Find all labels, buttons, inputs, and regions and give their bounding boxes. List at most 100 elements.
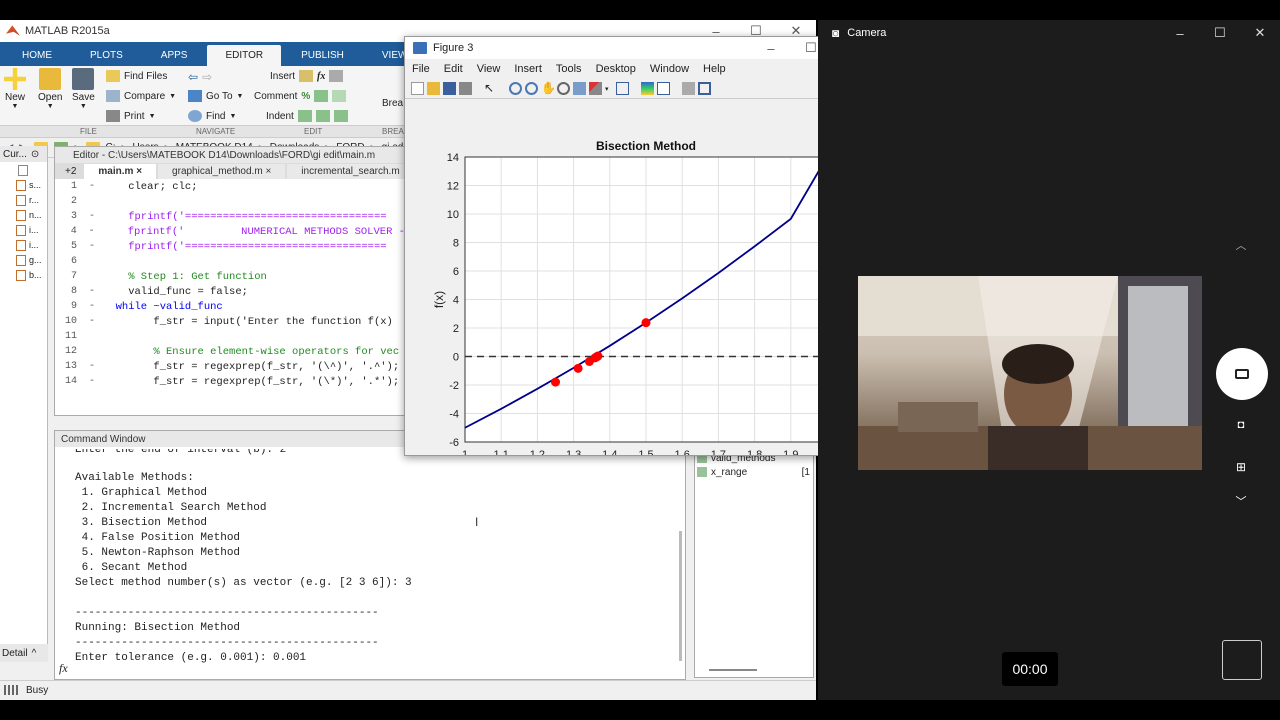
menu-window[interactable]: Window — [643, 63, 696, 75]
y-tick-label: 8 — [453, 238, 459, 250]
video-camera-icon — [1235, 369, 1249, 379]
file-item[interactable]: n... — [0, 208, 47, 222]
m-file-icon — [16, 179, 26, 191]
insert-section-icon — [329, 70, 344, 82]
pan-hand-icon[interactable]: ✋ — [541, 82, 556, 95]
brush-icon[interactable] — [589, 82, 602, 95]
workspace-item[interactable]: x_range [1 — [695, 465, 813, 479]
x-tick-label: 1.3 — [566, 449, 581, 455]
data-cursor-icon[interactable] — [573, 82, 586, 95]
x-tick-label: 1 — [462, 449, 468, 455]
find-files-button[interactable]: Find Files — [106, 70, 167, 82]
chevron-up-icon[interactable]: ︿ — [1230, 234, 1252, 256]
bisection-plot[interactable]: 11.11.21.31.41.51.61.71.81.92-6-4-202468… — [405, 99, 871, 455]
figure-window: Figure 3 – ☐ ✕ File Edit View Insert Too… — [404, 36, 872, 456]
menu-view[interactable]: View — [470, 63, 508, 75]
insert-legend-icon[interactable] — [657, 82, 670, 95]
save-button[interactable]: Save ▼ — [72, 68, 95, 110]
bisection-point-marker — [641, 318, 651, 328]
file-item[interactable]: g... — [0, 253, 47, 267]
details-toggle[interactable]: Detail ^ — [0, 644, 48, 662]
tab-plots[interactable]: PLOTS — [72, 45, 141, 66]
link-plot-icon[interactable] — [616, 82, 629, 95]
menu-file[interactable]: File — [405, 63, 437, 75]
y-tick-label: 6 — [453, 266, 459, 278]
y-tick-label: -6 — [449, 437, 459, 449]
file-item[interactable]: r... — [0, 193, 47, 207]
camera-title-bar: ◙ Camera – ☐ ✕ — [818, 20, 1280, 46]
code-line: 13- f_str = regexprep(f_str, '(\^)', '.^… — [64, 360, 400, 373]
menu-desktop[interactable]: Desktop — [589, 63, 643, 75]
open-file-icon[interactable] — [427, 82, 440, 95]
open-button[interactable]: Open ▼ — [38, 68, 62, 110]
editor-header: Editor - C:\Users\MATEBOOK D14\Downloads… — [55, 147, 405, 163]
print-button[interactable]: Print ▼ — [106, 110, 156, 122]
qr-code-icon[interactable]: ⊞ — [1230, 456, 1252, 478]
tab-incremental-search[interactable]: incremental_search.m — [287, 164, 414, 179]
menu-help[interactable]: Help — [696, 63, 733, 75]
file-item[interactable]: s... — [0, 178, 47, 192]
go-to-button[interactable]: Go To ▼ — [188, 90, 243, 102]
m-file-icon — [16, 194, 26, 206]
tab-overflow-count[interactable]: +2 — [65, 164, 84, 179]
m-file-icon — [16, 209, 26, 221]
file-item[interactable]: i... — [0, 223, 47, 237]
horizontal-scrollbar[interactable] — [709, 669, 757, 671]
compare-button[interactable]: Compare ▼ — [106, 90, 176, 102]
code-area[interactable]: 1- clear; clc; 2 3- fprintf('===========… — [55, 179, 405, 391]
text-cursor-icon: I — [475, 515, 479, 529]
y-tick-label: 14 — [447, 152, 459, 164]
zoom-in-icon[interactable] — [509, 82, 522, 95]
blank-file-icon — [18, 164, 28, 176]
zoom-out-icon[interactable] — [525, 82, 538, 95]
edit-plot-arrow-icon[interactable]: ↖ — [484, 82, 497, 95]
file-item[interactable]: b... — [0, 268, 47, 282]
forward-arrow-icon[interactable]: ⇨ — [202, 70, 212, 84]
menu-tools[interactable]: Tools — [549, 63, 589, 75]
tab-home[interactable]: HOME — [4, 45, 70, 66]
tab-graphical-method[interactable]: graphical_method.m × — [158, 164, 286, 179]
menu-edit[interactable]: Edit — [437, 63, 470, 75]
new-figure-icon[interactable] — [411, 82, 424, 95]
minimize-icon[interactable]: – — [1160, 26, 1200, 41]
find-files-icon — [106, 70, 120, 82]
breakpoints-button[interactable]: Brea — [382, 82, 403, 109]
close-icon[interactable]: ✕ — [1240, 25, 1280, 41]
tab-editor[interactable]: EDITOR — [207, 45, 282, 66]
close-tab-icon[interactable]: × — [265, 166, 271, 177]
comment-button[interactable]: Comment% — [254, 90, 347, 102]
maximize-icon[interactable]: ☐ — [1200, 25, 1240, 41]
gallery-thumbnail[interactable] — [1222, 640, 1262, 680]
file-item[interactable]: i... — [0, 238, 47, 252]
scrollbar[interactable] — [679, 531, 682, 661]
back-arrow-icon[interactable]: ⇦ — [188, 70, 198, 84]
save-figure-icon[interactable] — [443, 82, 456, 95]
indent-button[interactable]: Indent — [266, 110, 348, 122]
find-button[interactable]: Find ▼ — [188, 110, 236, 122]
rotate-3d-icon[interactable] — [557, 82, 570, 95]
tab-main-m[interactable]: main.m × — [84, 164, 157, 179]
close-tab-icon[interactable]: × — [136, 166, 142, 177]
file-item[interactable] — [0, 163, 47, 177]
y-tick-label: 12 — [447, 181, 459, 193]
command-window[interactable]: Command Window Enter the end of interval… — [54, 430, 686, 680]
video-record-button[interactable] — [1216, 348, 1268, 400]
tab-publish[interactable]: PUBLISH — [283, 45, 362, 66]
show-plot-tools-icon[interactable] — [698, 82, 711, 95]
insert-colorbar-icon[interactable] — [641, 82, 654, 95]
new-button[interactable]: New ▼ — [4, 68, 26, 110]
y-tick-label: 10 — [447, 209, 459, 221]
back-forward-buttons[interactable]: ⇦ ⇨ — [188, 70, 212, 84]
editor-tabs: +2 main.m × graphical_method.m × increme… — [55, 163, 414, 179]
current-folder-panel: Cur... ⊙ s... r... n... i... i... g... b.… — [0, 146, 48, 662]
chevron-down-icon[interactable]: ﹀ — [1230, 490, 1252, 512]
tab-apps[interactable]: APPS — [143, 45, 206, 66]
y-tick-label: -2 — [449, 380, 459, 392]
figure-title-bar: Figure 3 – ☐ ✕ — [405, 37, 871, 59]
insert-button[interactable]: Insert fx — [270, 70, 344, 82]
minimize-icon[interactable]: – — [751, 41, 791, 56]
hide-plot-tools-icon[interactable] — [682, 82, 695, 95]
photo-mode-icon[interactable]: ◘ — [1230, 414, 1252, 436]
menu-insert[interactable]: Insert — [507, 63, 549, 75]
print-figure-icon[interactable] — [459, 82, 472, 95]
